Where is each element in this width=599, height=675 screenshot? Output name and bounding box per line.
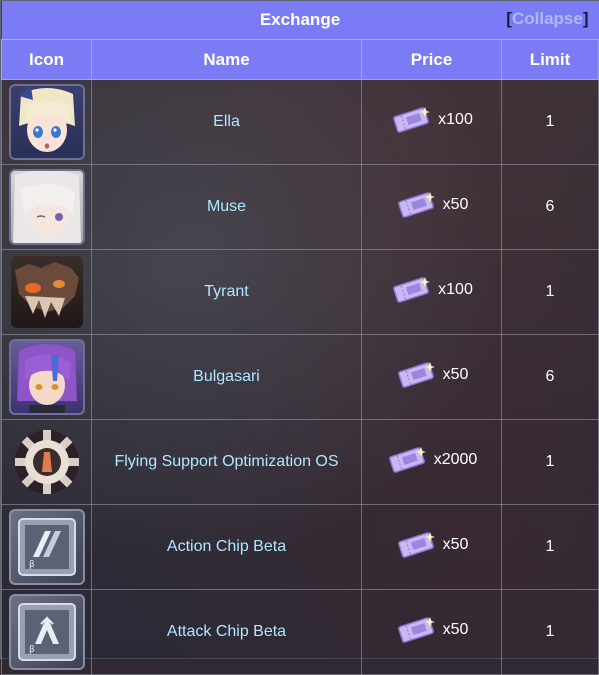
header-limit: Limit	[501, 39, 599, 80]
item-name[interactable]: Ella	[91, 79, 362, 165]
item-name[interactable]: Bulgasari	[91, 334, 362, 420]
item-name[interactable]: Tyrant	[91, 249, 362, 335]
limit-value: 6	[501, 164, 599, 250]
svg-text:β: β	[29, 560, 35, 570]
price: x50	[395, 189, 469, 221]
price: x100	[390, 274, 473, 306]
limit-value: 1	[501, 419, 599, 505]
header-price: Price	[361, 39, 502, 80]
item-name[interactable]: Action Chip Beta	[91, 504, 362, 590]
price-amount: x50	[442, 195, 469, 213]
item-name[interactable]: Flying Support Optimization OS	[91, 419, 362, 505]
limit-value: 1	[501, 504, 599, 590]
price: x50	[395, 529, 469, 561]
price-amount: x50	[442, 620, 469, 638]
price-amount: x100	[438, 280, 473, 298]
price-amount: x100	[438, 110, 473, 128]
item-name[interactable]: Attack Chip Beta	[91, 589, 362, 675]
ticket-icon	[397, 361, 435, 388]
table-title: Exchange	[259, 10, 341, 29]
item-name[interactable]: Muse	[91, 164, 362, 250]
exchange-panel: Exchange [Collapse] Icon Name Price Limi…	[0, 0, 599, 675]
collapse-toggle[interactable]: [Collapse]	[506, 9, 588, 29]
limit-value: 1	[501, 79, 599, 165]
table-row: Ella x100 1	[1, 79, 599, 165]
table-row: Tyrant x100 1	[1, 249, 599, 335]
price-amount: x2000	[433, 450, 478, 468]
limit-value: 6	[501, 334, 599, 420]
limit-value: 1	[501, 249, 599, 335]
table-row: Muse x50 6	[1, 164, 599, 250]
price: x100	[390, 104, 473, 136]
collapse-bracket-close: ]	[582, 9, 589, 28]
limit-value: 1	[501, 589, 599, 675]
table-row: β Action Chip Beta x50 1	[1, 504, 599, 590]
ella-portrait-icon[interactable]	[8, 84, 85, 160]
collapse-link[interactable]: Collapse	[512, 9, 583, 28]
price-amount: x50	[442, 535, 469, 553]
ticket-icon	[397, 616, 435, 643]
ticket-icon	[397, 191, 435, 218]
svg-text:β: β	[29, 645, 35, 655]
table-row: β Attack Chip Beta x50 1	[1, 589, 599, 675]
muse-portrait-icon[interactable]	[8, 169, 85, 245]
price-amount: x50	[442, 365, 469, 383]
price: x50	[395, 359, 469, 391]
bulgasari-portrait-icon[interactable]	[8, 339, 85, 415]
ticket-icon	[388, 446, 426, 473]
header-row: Icon Name Price Limit	[1, 39, 599, 80]
gear-os-icon[interactable]	[11, 426, 83, 498]
price: x2000	[386, 444, 478, 476]
ticket-icon	[393, 106, 431, 133]
ticket-icon	[393, 276, 431, 303]
table-row: Flying Support Optimization OS x2000 1	[1, 419, 599, 505]
tyrant-portrait-icon[interactable]	[10, 256, 83, 328]
exchange-table: Exchange [Collapse] Icon Name Price Limi…	[1, 1, 599, 675]
header-icon: Icon	[1, 39, 92, 80]
header-name: Name	[91, 39, 362, 80]
table-title-row: Exchange [Collapse]	[1, 1, 599, 40]
table-row: Bulgasari x50 6	[1, 334, 599, 420]
action-chip-icon[interactable]: β	[8, 509, 85, 585]
price: x50	[395, 614, 469, 646]
ticket-icon	[397, 531, 435, 558]
